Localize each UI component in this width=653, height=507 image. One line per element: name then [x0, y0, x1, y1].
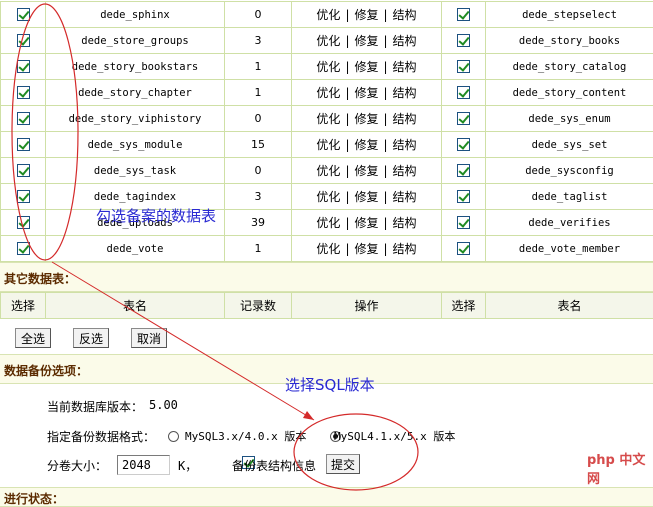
annotation-overlay	[0, 0, 653, 502]
php-logo: php 中文网	[587, 456, 649, 480]
annotation-tables: 勾选备案的数据表	[96, 205, 216, 226]
annotation-sql: 选择SQL版本	[285, 374, 375, 395]
arrow-line-mark	[52, 262, 314, 420]
submit-circle-mark	[294, 414, 418, 490]
tables-circle-mark	[12, 4, 78, 260]
arrow-head-mark	[303, 411, 314, 420]
